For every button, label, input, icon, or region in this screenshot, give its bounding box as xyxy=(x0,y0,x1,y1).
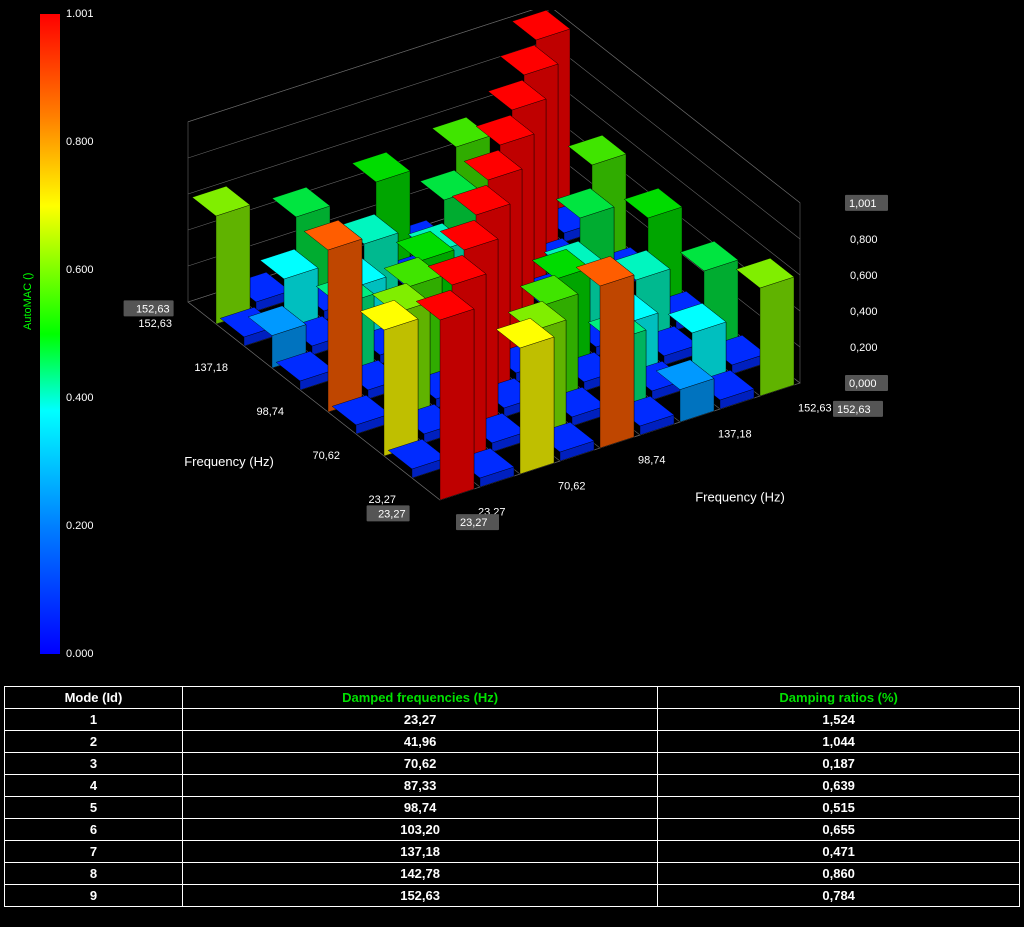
table-cell: 41,96 xyxy=(182,731,657,753)
table-cell: 1,044 xyxy=(658,731,1020,753)
svg-text:98,74: 98,74 xyxy=(638,455,666,467)
table-row: 370,620,187 xyxy=(5,753,1020,775)
table-cell: 6 xyxy=(5,819,183,841)
chart-area: AutoMAC () 1.001 0.800 0.600 0.400 0.200… xyxy=(0,0,1024,680)
table-cell: 87,33 xyxy=(182,775,657,797)
table-cell: 142,78 xyxy=(182,863,657,885)
svg-text:23,27: 23,27 xyxy=(460,517,488,529)
svg-text:152,63: 152,63 xyxy=(837,404,871,416)
table-cell: 0,784 xyxy=(658,885,1020,907)
table-cell: 137,18 xyxy=(182,841,657,863)
svg-text:152,63: 152,63 xyxy=(136,303,170,315)
table-row: 123,271,524 xyxy=(5,709,1020,731)
table-cell: 0,655 xyxy=(658,819,1020,841)
table-row: 7137,180,471 xyxy=(5,841,1020,863)
table-cell: 0,471 xyxy=(658,841,1020,863)
table-row: 6103,200,655 xyxy=(5,819,1020,841)
table-cell: 152,63 xyxy=(182,885,657,907)
table-row: 9152,630,784 xyxy=(5,885,1020,907)
colorbar: AutoMAC () 1.001 0.800 0.600 0.400 0.200… xyxy=(30,14,100,654)
colorbar-tick: 0.200 xyxy=(66,520,94,532)
colorbar-gradient xyxy=(40,14,60,654)
table-cell: 1,524 xyxy=(658,709,1020,731)
table-row: 241,961,044 xyxy=(5,731,1020,753)
svg-text:0,800: 0,800 xyxy=(850,234,878,246)
table-cell: 5 xyxy=(5,797,183,819)
table-row: 487,330,639 xyxy=(5,775,1020,797)
table-cell: 70,62 xyxy=(182,753,657,775)
table-cell: 8 xyxy=(5,863,183,885)
svg-text:23,27: 23,27 xyxy=(368,494,396,506)
table-cell: 98,74 xyxy=(182,797,657,819)
svg-text:23,27: 23,27 xyxy=(378,508,406,520)
table-row: 598,740,515 xyxy=(5,797,1020,819)
table-cell: 0,515 xyxy=(658,797,1020,819)
table-cell: 2 xyxy=(5,731,183,753)
svg-text:0,000: 0,000 xyxy=(849,378,877,390)
automac-3d-bar-chart: 23,27 70,62 98,74 137,18 152,63 23,27 70,62 98,… xyxy=(100,10,1000,650)
modes-table: Mode (Id) Damped frequencies (Hz) Dampin… xyxy=(4,686,1020,907)
svg-text:Frequency (Hz): Frequency (Hz) xyxy=(184,454,274,469)
svg-text:70,62: 70,62 xyxy=(312,450,340,462)
colorbar-tick: 0.600 xyxy=(66,264,94,276)
svg-text:0,600: 0,600 xyxy=(850,270,878,282)
svg-text:Frequency (Hz): Frequency (Hz) xyxy=(695,490,785,505)
table-row: 8142,780,860 xyxy=(5,863,1020,885)
table-cell: 4 xyxy=(5,775,183,797)
table-cell: 0,187 xyxy=(658,753,1020,775)
table-cell: 7 xyxy=(5,841,183,863)
col-header-damp: Damping ratios (%) xyxy=(658,687,1020,709)
colorbar-tick: 0.400 xyxy=(66,392,94,404)
table-cell: 0,860 xyxy=(658,863,1020,885)
svg-text:70,62: 70,62 xyxy=(558,481,586,493)
table-cell: 23,27 xyxy=(182,709,657,731)
table-cell: 103,20 xyxy=(182,819,657,841)
colorbar-tick: 0.000 xyxy=(66,648,94,660)
colorbar-tick: 0.800 xyxy=(66,136,94,148)
col-header-mode: Mode (Id) xyxy=(5,687,183,709)
svg-text:98,74: 98,74 xyxy=(256,406,284,418)
svg-text:137,18: 137,18 xyxy=(718,429,752,441)
svg-text:1,001: 1,001 xyxy=(849,198,877,210)
svg-text:152,63: 152,63 xyxy=(138,318,172,330)
svg-text:137,18: 137,18 xyxy=(194,362,228,374)
colorbar-tick: 1.001 xyxy=(66,8,94,20)
table-cell: 9 xyxy=(5,885,183,907)
svg-text:0,200: 0,200 xyxy=(850,342,878,354)
table-cell: 1 xyxy=(5,709,183,731)
svg-text:152,63: 152,63 xyxy=(798,403,832,415)
colorbar-axis-label: AutoMAC () xyxy=(22,273,34,330)
modes-table-container: Mode (Id) Damped frequencies (Hz) Dampin… xyxy=(4,686,1020,907)
table-header-row: Mode (Id) Damped frequencies (Hz) Dampin… xyxy=(5,687,1020,709)
table-cell: 0,639 xyxy=(658,775,1020,797)
table-cell: 3 xyxy=(5,753,183,775)
svg-text:0,400: 0,400 xyxy=(850,306,878,318)
col-header-freq: Damped frequencies (Hz) xyxy=(182,687,657,709)
